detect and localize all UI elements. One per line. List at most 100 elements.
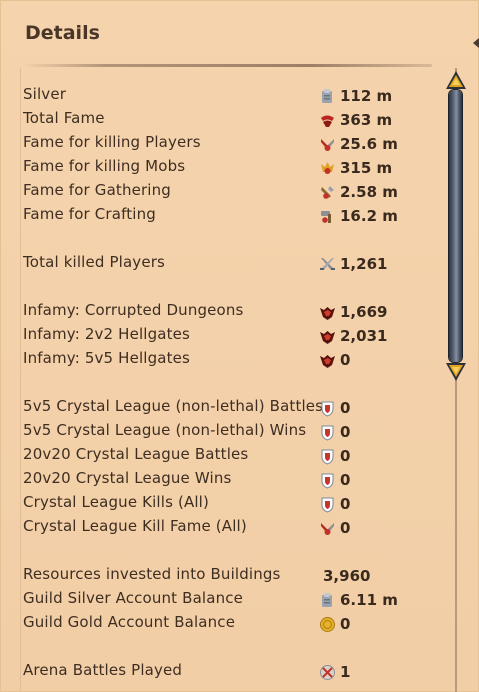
stat-value-group: 0 <box>319 421 350 443</box>
crystal-shield-icon <box>319 448 336 465</box>
stat-label: Total Fame <box>23 109 105 127</box>
stat-label: Fame for Crafting <box>23 205 156 223</box>
stat-value-group: 315 m <box>319 157 392 179</box>
stat-value-group: 0 <box>319 349 350 371</box>
stat-value-group: 0 <box>319 469 350 491</box>
stat-value: 112 m <box>340 87 393 105</box>
stat-value-group: 1 <box>319 661 350 683</box>
stat-row: 5v5 Crystal League (non-lethal) Battles 0 <box>23 397 433 419</box>
stat-value-group: 0 <box>319 613 350 635</box>
stat-row: Arena Battles Played 1 <box>23 661 433 683</box>
arena-icon <box>319 664 336 681</box>
stat-value: 1,669 <box>340 303 388 321</box>
crystal-shield-icon <box>319 424 336 441</box>
stat-row: 20v20 Crystal League Wins 0 <box>23 469 433 491</box>
infamy-icon <box>319 304 336 321</box>
stat-row: Fame for killing Players 25.6 m <box>23 133 433 155</box>
stat-value: 3,960 <box>323 567 371 585</box>
crossed-swords-icon <box>319 256 336 273</box>
stat-row: Guild Gold Account Balance 0 <box>23 613 433 635</box>
silver-coin-icon <box>319 88 336 105</box>
stat-value-group: 2,031 <box>319 325 387 347</box>
pvp-fame-icon <box>319 136 336 153</box>
stat-label: Fame for killing Players <box>23 133 201 151</box>
stat-label: 5v5 Crystal League (non-lethal) Battles <box>23 397 324 415</box>
stat-value-group: 25.6 m <box>319 133 398 155</box>
stat-label: Infamy: 2v2 Hellgates <box>23 325 190 343</box>
stat-label: Total killed Players <box>23 253 165 271</box>
scrollbar-thumb[interactable] <box>449 90 462 362</box>
stat-row: Resources invested into Buildings 3,960 <box>23 565 433 587</box>
crystal-shield-icon <box>319 496 336 513</box>
stat-row: Guild Silver Account Balance 6.11 m <box>23 589 433 611</box>
pve-fame-icon <box>319 160 336 177</box>
silver-coin-icon <box>319 592 336 609</box>
gathering-fame-icon <box>319 184 336 201</box>
stat-value: 0 <box>340 351 351 369</box>
stat-label: Silver <box>23 85 67 103</box>
stat-value: 16.2 m <box>340 207 398 225</box>
stat-value-group: 3,960 <box>319 565 370 587</box>
crafting-fame-icon <box>319 208 336 225</box>
stat-value: 2.58 m <box>340 183 398 201</box>
stat-label: Infamy: 5v5 Hellgates <box>23 349 190 367</box>
stat-label: Crystal League Kill Fame (All) <box>23 517 247 535</box>
stat-value-group: 0 <box>319 517 350 539</box>
stat-row: Infamy: Corrupted Dungeons 1,669 <box>23 301 433 323</box>
stat-label: Fame for killing Mobs <box>23 157 186 175</box>
stat-value-group: 112 m <box>319 85 392 107</box>
stat-label: 20v20 Crystal League Battles <box>23 445 249 463</box>
stat-label: Resources invested into Buildings <box>23 565 281 583</box>
stat-row: Infamy: 2v2 Hellgates 2,031 <box>23 325 433 347</box>
stat-label: Infamy: Corrupted Dungeons <box>23 301 244 319</box>
stat-value: 0 <box>340 471 351 489</box>
stat-row: Infamy: 5v5 Hellgates 0 <box>23 349 433 371</box>
stat-label: 20v20 Crystal League Wins <box>23 469 232 487</box>
stat-value: 6.11 m <box>340 591 398 609</box>
stat-row: 5v5 Crystal League (non-lethal) Wins 0 <box>23 421 433 443</box>
crystal-shield-icon <box>319 472 336 489</box>
stat-value-group: 2.58 m <box>319 181 398 203</box>
stat-label: 5v5 Crystal League (non-lethal) Wins <box>23 421 307 439</box>
stat-label: Crystal League Kills (All) <box>23 493 210 511</box>
collapse-arrow-icon[interactable] <box>473 38 479 48</box>
stat-value-group: 1,669 <box>319 301 387 323</box>
stat-value-group: 363 m <box>319 109 392 131</box>
stat-value-group: 16.2 m <box>319 205 398 227</box>
stat-row: Total Fame 363 m <box>23 109 433 131</box>
stat-row: Crystal League Kills (All) 0 <box>23 493 433 515</box>
stat-row: Crystal League Kill Fame (All) 0 <box>23 517 433 539</box>
stat-value: 25.6 m <box>340 135 398 153</box>
stat-value: 0 <box>340 495 351 513</box>
stat-value: 0 <box>340 423 351 441</box>
stat-row: Fame for Crafting 16.2 m <box>23 205 433 227</box>
scroll-up-arrow-icon[interactable] <box>445 70 467 90</box>
stat-value: 0 <box>340 615 351 633</box>
stat-label: Arena Battles Played <box>23 661 183 679</box>
stat-row: 20v20 Crystal League Battles 0 <box>23 445 433 467</box>
pvp-fame-icon <box>319 520 336 537</box>
scroll-down-arrow-icon[interactable] <box>445 362 467 382</box>
crystal-shield-icon <box>319 400 336 417</box>
stat-value: 363 m <box>340 111 393 129</box>
fame-icon <box>319 112 336 129</box>
panel-title: Details <box>25 22 100 44</box>
stat-row: Fame for Gathering 2.58 m <box>23 181 433 203</box>
stat-label: Guild Silver Account Balance <box>23 589 244 607</box>
stat-value-group: 0 <box>319 493 350 515</box>
stat-label: Guild Gold Account Balance <box>23 613 236 631</box>
stat-value-group: 6.11 m <box>319 589 398 611</box>
stat-value-group: 0 <box>319 445 350 467</box>
details-panel: Details Silver 112 m Total Fame 363 m Fame f… <box>0 0 479 692</box>
stat-value: 1,261 <box>340 255 388 273</box>
stat-row: Fame for killing Mobs 315 m <box>23 157 433 179</box>
stat-value: 0 <box>340 447 351 465</box>
stat-value: 0 <box>340 519 351 537</box>
stat-value-group: 1,261 <box>319 253 387 275</box>
stat-row: Total killed Players 1,261 <box>23 253 433 275</box>
stat-row: Silver 112 m <box>23 85 433 107</box>
infamy-icon <box>319 328 336 345</box>
stat-value: 0 <box>340 399 351 417</box>
left-border <box>20 68 21 692</box>
stat-value: 315 m <box>340 159 393 177</box>
